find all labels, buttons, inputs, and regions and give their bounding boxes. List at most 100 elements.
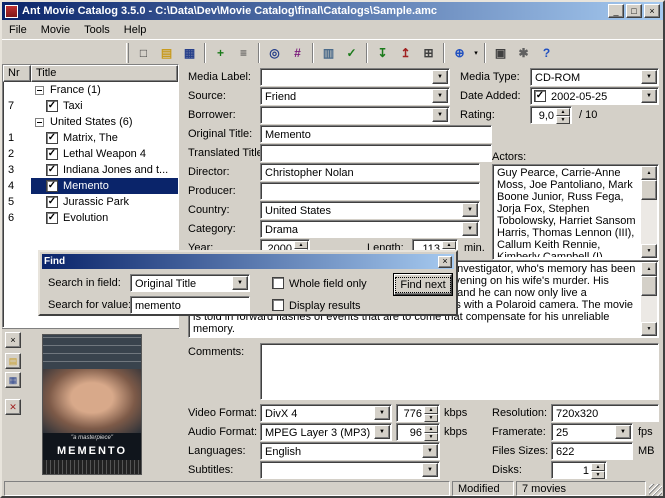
find-next-button[interactable]: Find next [394,274,452,295]
resize-grip[interactable] [649,484,662,497]
category-combo[interactable]: Drama [260,220,480,238]
audio-format-combo[interactable]: MPEG Layer 3 (MP3) [260,423,392,441]
scroll-thumb[interactable] [641,276,657,296]
open-catalog-button[interactable]: ▤ [155,42,178,64]
display-options-button[interactable]: ▣ [489,42,512,64]
about-button[interactable]: ? [535,42,558,64]
date-added-picker[interactable]: 2002-05-25 [530,87,659,105]
preferences-button[interactable]: ✱ [512,42,535,64]
scroll-down-icon[interactable] [641,322,657,336]
print-button[interactable]: ⊞ [417,42,440,64]
audio-bitrate-spinner[interactable]: 96 [396,423,440,441]
spin-down-icon[interactable] [591,471,605,479]
movie-checkbox[interactable] [46,132,58,144]
dropdown-arrow-icon[interactable] [374,425,390,439]
dropdown-arrow-icon[interactable] [232,276,248,290]
spin-up-icon[interactable] [591,463,605,471]
actors-scrollbar[interactable] [641,166,657,258]
languages-combo[interactable]: English [260,442,440,460]
maximize-button[interactable]: □ [626,4,642,18]
movie-row[interactable]: 3 Indiana Jones and t... [3,162,178,178]
movie-title[interactable]: Lethal Weapon 4 [61,148,148,160]
movie-title[interactable]: Matrix, The [61,132,120,144]
delete-picture-button[interactable]: ✕ [5,399,21,415]
producer-input[interactable] [260,182,480,200]
movie-properties-button[interactable]: ≡ [232,42,255,64]
movie-title[interactable]: Indiana Jones and t... [61,164,170,176]
scroll-down-icon[interactable] [641,244,657,258]
movie-row[interactable]: 5 Jurassic Park [3,194,178,210]
import-button[interactable]: ↧ [371,42,394,64]
scroll-thumb[interactable] [641,180,657,200]
dropdown-arrow-icon[interactable] [462,203,478,217]
hide-picture-panel-button[interactable]: × [5,332,21,348]
search-for-input[interactable]: memento [130,296,250,314]
menu-help[interactable]: Help [117,22,154,38]
movie-checkbox[interactable] [46,180,58,192]
dropdown-arrow-icon[interactable] [641,70,657,84]
rating-spinner[interactable]: 9,0 [530,106,572,124]
spin-down-icon[interactable] [424,433,438,441]
collapse-icon[interactable] [35,86,44,95]
load-picture-button[interactable]: ▤ [5,353,21,369]
whole-field-checkbox[interactable] [272,277,284,289]
internet-dropdown-icon[interactable]: ▾ [471,42,481,64]
renumber-button[interactable]: # [286,42,309,64]
spin-down-icon[interactable] [424,414,438,422]
save-catalog-button[interactable]: ▦ [178,42,201,64]
spin-up-icon[interactable] [424,406,438,414]
movie-row[interactable]: 6 Evolution [3,210,178,226]
dropdown-arrow-icon[interactable] [615,425,631,439]
subtitles-combo[interactable] [260,461,440,479]
movie-checkbox[interactable] [46,100,58,112]
minimize-button[interactable]: _ [608,4,624,18]
comments-memo[interactable] [260,343,659,400]
column-header-nr[interactable]: Nr [3,65,31,82]
spin-up-icon[interactable] [556,108,570,116]
files-sizes-input[interactable]: 622 [551,442,633,460]
find-dialog-close-button[interactable]: × [438,256,452,268]
group-row[interactable]: United States (6) [3,114,178,130]
movie-checkbox[interactable] [46,212,58,224]
media-type-combo[interactable]: CD-ROM [530,68,659,86]
movie-row[interactable]: 1 Matrix, The [3,130,178,146]
source-combo[interactable]: Friend [260,87,450,105]
movie-checkbox[interactable] [46,196,58,208]
original-title-input[interactable]: Memento [260,125,492,143]
spin-up-icon[interactable] [424,425,438,433]
movie-title[interactable]: Taxi [61,100,85,112]
group-row[interactable]: France (1) [3,82,178,98]
country-combo[interactable]: United States [260,201,480,219]
title-bar[interactable]: Ant Movie Catalog 3.5.0 - C:\Data\Dev\Mo… [2,2,663,20]
dropdown-arrow-icon[interactable] [374,406,390,420]
actors-memo[interactable]: Guy Pearce, Carrie-Anne Moss, Joe Pantol… [492,164,659,260]
director-input[interactable]: Christopher Nolan [260,163,480,181]
movie-title[interactable]: Jurassic Park [61,196,131,208]
menu-file[interactable]: File [2,22,34,38]
video-bitrate-spinner[interactable]: 776 [396,404,440,422]
find-dialog-title-bar[interactable]: Find × [42,254,454,269]
scroll-up-icon[interactable] [641,166,657,180]
dropdown-arrow-icon[interactable] [641,89,657,103]
dropdown-arrow-icon[interactable] [432,89,448,103]
movie-title[interactable]: Evolution [61,212,110,224]
grid-view-button[interactable]: ▥ [317,42,340,64]
find-button[interactable]: ◎ [263,42,286,64]
spin-up-icon[interactable] [442,241,456,249]
dropdown-arrow-icon[interactable] [432,70,448,84]
framerate-combo[interactable]: 25 [551,423,633,441]
movie-row[interactable]: 7 Taxi [3,98,178,114]
display-results-checkbox[interactable] [272,299,284,311]
column-header-title[interactable]: Title [31,65,178,82]
collapse-icon[interactable] [35,118,44,127]
movie-checkbox[interactable] [46,164,58,176]
movie-row[interactable]: 2 Lethal Weapon 4 [3,146,178,162]
description-scrollbar[interactable] [641,262,657,336]
resolution-input[interactable]: 720x320 [551,404,659,422]
menu-tools[interactable]: Tools [77,22,117,38]
dropdown-arrow-icon[interactable] [422,463,438,477]
add-movie-button[interactable]: + [209,42,232,64]
media-label-combo[interactable] [260,68,450,86]
check-movies-button[interactable]: ✓ [340,42,363,64]
get-from-internet-button[interactable]: ⊕ [448,42,471,64]
